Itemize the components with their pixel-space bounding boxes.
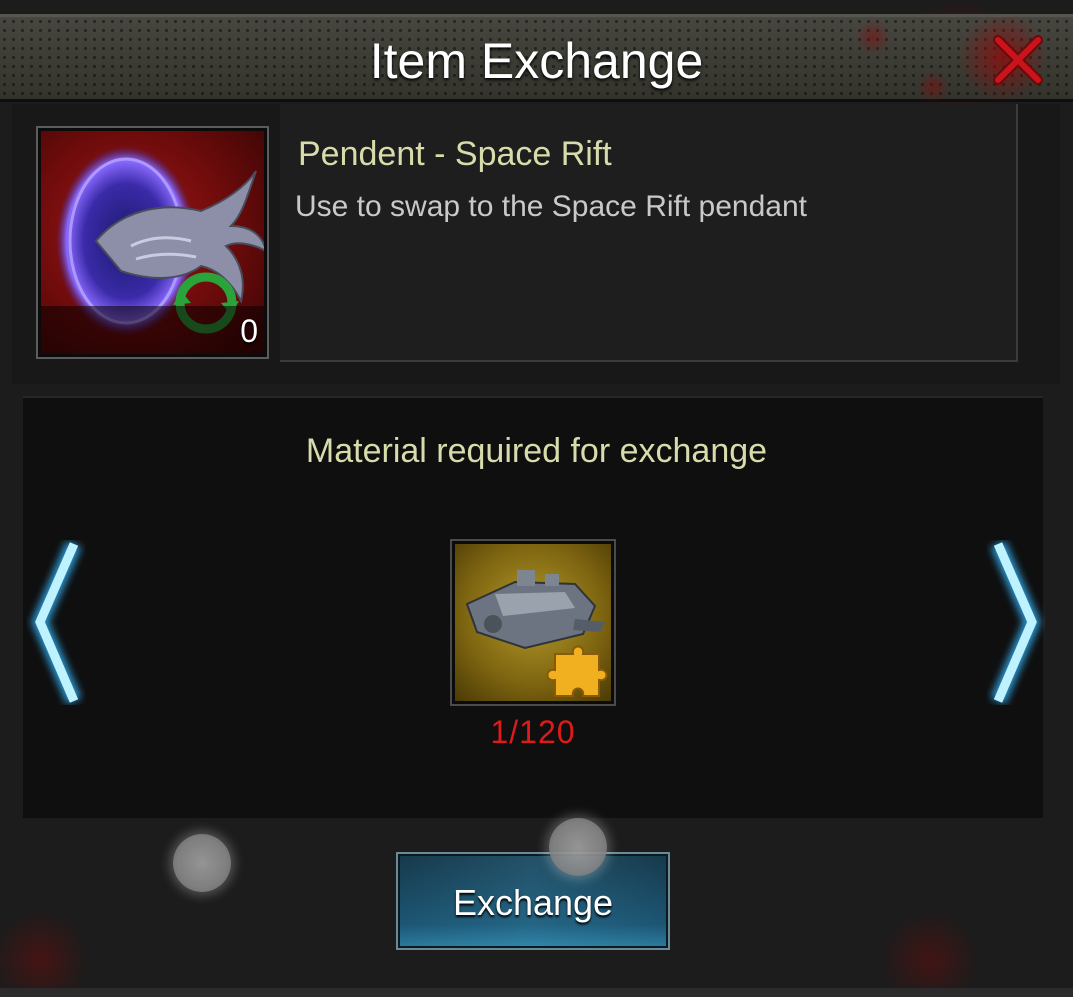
material-slot[interactable] xyxy=(450,539,616,706)
material-header: Material required for exchange xyxy=(305,432,768,470)
warship-fragment-icon xyxy=(455,544,611,701)
chevron-left-icon xyxy=(31,540,82,705)
material-count: 1/120 xyxy=(490,714,576,750)
close-button[interactable] xyxy=(990,32,1046,88)
exchange-button[interactable]: Exchange xyxy=(396,852,670,950)
dialog-title: Item Exchange xyxy=(369,33,704,89)
title-bar: Item Exchange xyxy=(0,14,1073,102)
exchange-button-label: Exchange xyxy=(452,882,614,923)
dialog-bottom-edge xyxy=(0,988,1073,997)
item-description: Use to swap to the Space Rift pendant xyxy=(295,190,807,223)
next-button[interactable] xyxy=(986,540,1046,705)
item-slot[interactable]: 0 xyxy=(36,126,269,359)
puzzle-piece-icon xyxy=(546,645,608,697)
touch-indicator xyxy=(173,834,231,892)
previous-button[interactable] xyxy=(26,540,86,705)
item-name: Pendent - Space Rift xyxy=(298,135,612,173)
warship-artwork xyxy=(465,570,608,697)
item-count-strip xyxy=(41,306,264,354)
item-count: 0 xyxy=(240,313,258,349)
close-x-icon xyxy=(993,35,1043,85)
chevron-right-icon xyxy=(990,540,1041,705)
touch-indicator xyxy=(549,818,607,876)
space-rift-pendant-icon: 0 xyxy=(41,131,264,354)
